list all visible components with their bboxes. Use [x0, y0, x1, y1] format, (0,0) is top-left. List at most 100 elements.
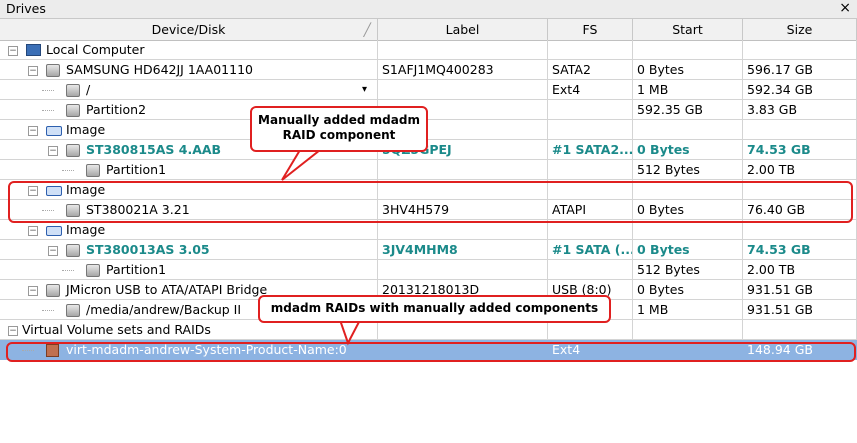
cell-size: [743, 40, 857, 60]
cell-label: [378, 260, 548, 280]
col-header-device[interactable]: Device/Disk ╱: [0, 19, 378, 40]
tree-row[interactable]: −ST380815AS 4.AAB5QZ5GPEJ#1 SATA2...0 By…: [0, 140, 857, 160]
cell-fs: Ext4: [548, 80, 633, 100]
collapse-toggle-icon[interactable]: −: [48, 146, 58, 156]
row-name: Virtual Volume sets and RAIDs: [22, 322, 211, 337]
tree-row[interactable]: − Image: [0, 220, 857, 240]
image-icon: [46, 126, 62, 136]
cell-start: 1 MB: [633, 80, 743, 100]
tree-row[interactable]: − Virtual Volume sets and RAIDs: [0, 320, 857, 340]
close-icon[interactable]: ×: [839, 0, 851, 16]
tree-line: [42, 310, 54, 311]
cell-size: 931.51 GB: [743, 280, 857, 300]
cell-size: 592.34 GB: [743, 80, 857, 100]
partition-icon: [66, 304, 80, 317]
cell-size: [743, 120, 857, 140]
cell-size: 2.00 TB: [743, 260, 857, 280]
cell-device: − ST380013AS 3.05: [0, 240, 378, 260]
partition-icon: [86, 264, 100, 277]
row-name: ST380013AS 3.05: [86, 242, 210, 257]
collapse-toggle-icon[interactable]: −: [28, 66, 38, 76]
cell-start: 0 Bytes: [633, 140, 743, 160]
image-icon: [46, 226, 62, 236]
cell-fs: [548, 100, 633, 120]
tree-row[interactable]: Partition1 512 Bytes 2.00 TB: [0, 260, 857, 280]
col-header-fs[interactable]: FS: [548, 19, 633, 40]
cell-start: 512 Bytes: [633, 260, 743, 280]
cell-label: [378, 220, 548, 240]
cell-size: 74.53 GB: [743, 140, 857, 160]
cell-device: Partition1: [0, 260, 378, 280]
tree-line: [62, 170, 74, 171]
cell-device: Partition1: [0, 160, 378, 180]
row-name: Partition1: [106, 262, 167, 277]
callout-manual-component: Manually added mdadm RAID component: [250, 106, 428, 152]
cell-fs: [548, 120, 633, 140]
tree-line: [42, 110, 54, 111]
cell-device: − SAMSUNG HD642JJ 1AA01110: [0, 60, 378, 80]
row-name: Partition2: [86, 102, 147, 117]
collapse-toggle-icon[interactable]: −: [28, 286, 38, 296]
cell-start: 0 Bytes: [633, 240, 743, 260]
tree-row[interactable]: / ▾ Ext4 1 MB 592.34 GB: [0, 80, 857, 100]
drives-panel-titlebar: Drives ×: [0, 0, 857, 19]
disk-icon: [46, 64, 60, 77]
partition-icon: [66, 84, 80, 97]
cell-fs: #1 SATA (...: [548, 240, 633, 260]
tree-row[interactable]: − ST380013AS 3.05 3JV4MHM8 #1 SATA (... 0 By…: [0, 240, 857, 260]
computer-icon: [26, 44, 41, 56]
cell-fs: [548, 220, 633, 240]
cell-device: / ▾: [0, 80, 378, 100]
cell-fs: [548, 40, 633, 60]
cell-start: 1 MB: [633, 300, 743, 320]
disk-icon: [66, 244, 80, 257]
col-header-size[interactable]: Size: [743, 19, 857, 40]
tree-row[interactable]: − Local Computer: [0, 40, 857, 60]
collapse-toggle-icon[interactable]: −: [28, 226, 38, 236]
col-header-start[interactable]: Start: [633, 19, 743, 40]
cell-label: [378, 160, 548, 180]
cell-start: 0 Bytes: [633, 60, 743, 80]
cell-start: 592.35 GB: [633, 100, 743, 120]
col-header-label[interactable]: Label: [378, 19, 548, 40]
cell-start: [633, 120, 743, 140]
tree-row[interactable]: − Image: [0, 120, 857, 140]
cell-fs: SATA2: [548, 60, 633, 80]
disk-icon: [46, 284, 60, 297]
cell-size: 931.51 GB: [743, 300, 857, 320]
tree-line: [62, 270, 74, 271]
cell-fs: [548, 260, 633, 280]
panel-title: Drives: [6, 1, 46, 16]
cell-label: 3JV4MHM8: [378, 240, 548, 260]
cell-device: − Local Computer: [0, 40, 378, 60]
cell-size: 74.53 GB: [743, 240, 857, 260]
tree-row[interactable]: Partition2 592.35 GB 3.83 GB: [0, 100, 857, 120]
column-resize-icon: ╱: [363, 22, 371, 37]
cell-start: [633, 220, 743, 240]
row-name: Image: [66, 222, 106, 237]
cell-size: [743, 320, 857, 340]
chevron-down-icon[interactable]: ▾: [362, 80, 367, 99]
collapse-toggle-icon[interactable]: −: [48, 246, 58, 256]
cell-fs: [548, 160, 633, 180]
cell-label: [378, 320, 548, 340]
row-name: ST380815AS 4.AAB: [86, 142, 222, 157]
tree-row[interactable]: Partition1 512 Bytes 2.00 TB: [0, 160, 857, 180]
collapse-toggle-icon[interactable]: −: [8, 326, 18, 336]
cell-start: 0 Bytes: [633, 280, 743, 300]
row-name: JMicron USB to ATA/ATAPI Bridge: [66, 282, 268, 297]
cell-size: 2.00 TB: [743, 160, 857, 180]
cell-label: [378, 80, 548, 100]
cell-device: − Virtual Volume sets and RAIDs: [0, 320, 378, 340]
highlight-box-manual-component: [8, 181, 853, 223]
collapse-toggle-icon[interactable]: −: [8, 46, 18, 56]
cell-size: [743, 220, 857, 240]
cell-fs: #1 SATA2...: [548, 140, 633, 160]
collapse-toggle-icon[interactable]: −: [28, 126, 38, 136]
cell-size: 3.83 GB: [743, 100, 857, 120]
tree-line: [42, 90, 54, 91]
tree-row[interactable]: − SAMSUNG HD642JJ 1AA01110 S1AFJ1MQ400283 S…: [0, 60, 857, 80]
cell-fs: [548, 320, 633, 340]
column-header-row: Device/Disk ╱ Label FS Start Size: [0, 19, 857, 41]
partition-icon: [66, 104, 80, 117]
